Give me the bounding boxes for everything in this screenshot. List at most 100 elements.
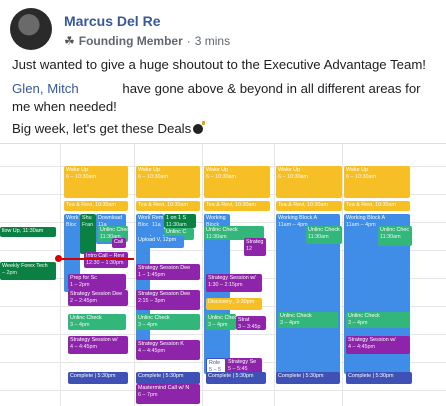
post-line-2: Glen, Mitch have gone above & beyond in …	[12, 80, 438, 116]
calendar-event[interactable]: Work Bloc	[136, 214, 150, 354]
event-title: Wake Up	[206, 167, 228, 173]
calendar-event[interactable]: Strategy Session K4 – 4:45pm	[136, 340, 200, 360]
calendar-event[interactable]: Wake Up 6 – 10:30am	[204, 166, 270, 198]
event-title: Tea & Revi, 10:30am	[278, 202, 329, 208]
post-time[interactable]: 3 mins	[195, 34, 230, 48]
event-time: 1:30 – 2:15pm	[208, 282, 243, 288]
event-title: Discovery , 2:30pm	[208, 299, 255, 305]
calendar-event[interactable]: Wake Up 6 – 10:30am	[64, 166, 128, 198]
event-time: 3 – 4pm	[348, 320, 368, 326]
event-time: 6 – 10:30am	[278, 174, 308, 180]
calendar-event[interactable]: Complete | 5:30pm	[346, 372, 412, 384]
calendar-event[interactable]: Complete | 5:30pm	[68, 372, 128, 384]
calendar-day-divider	[342, 144, 343, 406]
calendar-event[interactable]: Strateg 12	[244, 238, 266, 256]
event-time: 3 – 4pm	[208, 322, 228, 328]
calendar-event[interactable]: Prep for Sc 1 – 2pm	[68, 274, 126, 290]
event-time: 11:30am	[380, 234, 401, 240]
event-title: Unlinc Chec	[100, 227, 128, 233]
calendar-event[interactable]: Unlinc Chec 11:30am	[378, 226, 412, 246]
calendar-event[interactable]: 1 on 1 S 11:30am	[164, 214, 196, 228]
calendar-event[interactable]: Strategy Session w/4 – 4:45pm	[68, 336, 128, 354]
calendar-event[interactable]: Wake Up 6 – 10:30am	[136, 166, 200, 198]
event-time: Bloc	[138, 222, 149, 228]
event-title: Complete | 5:30pm	[278, 373, 324, 379]
post-line-3-text: Big week, let's get these Deals	[12, 121, 192, 136]
event-title: Wake Up	[346, 167, 368, 173]
calendar-event[interactable]: Unlinc Check3 – 4pm	[206, 314, 236, 330]
event-title: Strategy Session Dee	[138, 265, 191, 271]
post-line-2a: have gone above & beyond in all differen…	[122, 81, 421, 96]
calendar-event[interactable]: Strategy Session Dee 2:15 – 3pm	[136, 290, 200, 310]
calendar-day-divider	[274, 144, 275, 406]
event-title: Rem	[152, 215, 164, 221]
calendar-event[interactable]: Mastermind Call w/ N6 – 7pm	[136, 384, 200, 404]
calendar-event[interactable]: Discovery , 2:30pm	[206, 298, 262, 310]
event-title: Shu	[82, 215, 92, 221]
event-title: Strategy Se	[228, 359, 257, 365]
event-title: Strategy Session w/	[348, 337, 396, 343]
calendar-event[interactable]: Strat 3 – 3:45p	[236, 316, 266, 330]
calendar-event[interactable]: Tea & Revi, 10:30am	[204, 201, 270, 211]
event-time: 12	[246, 246, 252, 252]
event-title: llow Up, 11:30am	[2, 228, 44, 234]
calendar-event[interactable]: Tea & Revi, 10:30am	[276, 201, 342, 211]
calendar-event[interactable]: Tea & Revi, 10:30am	[64, 201, 128, 211]
event-time: 6 – 7pm	[138, 392, 158, 398]
event-title: Unlinc Check	[348, 313, 380, 319]
event-title: Complete | 5:30pm	[138, 373, 184, 379]
event-time: 3 – 4pm	[70, 322, 90, 328]
calendar-event[interactable]: Rem 11a	[150, 214, 164, 236]
event-title: Working Block A	[346, 215, 386, 221]
calendar-event[interactable]: Strategy Session w/1:30 – 2:15pm	[206, 274, 262, 292]
event-title: Tea & Revi, 10:30am	[346, 202, 397, 208]
event-time: 3 – 4pm	[138, 322, 158, 328]
calendar-event[interactable]: Complete | 5:30pm	[206, 372, 266, 384]
calendar-event[interactable]: Unlinc Check3 – 4pm	[346, 312, 410, 328]
event-title: Unlinc Check	[138, 315, 170, 321]
event-time: 6 – 10:30am	[206, 174, 236, 180]
event-title: Weekly Forex Tech	[2, 263, 48, 269]
calendar-event[interactable]: Unlinc Check3 – 4pm	[136, 314, 200, 330]
event-time: Fran	[82, 222, 94, 228]
calendar-event[interactable]: Unlinc Check3 – 4pm	[68, 314, 126, 330]
event-title: Unlinc Check	[308, 227, 340, 233]
calendar-event[interactable]: Strategy Session Dee 1 – 1:45pm	[136, 264, 200, 280]
calendar-event[interactable]: Tea & Revi, 10:30am	[344, 201, 410, 211]
calendar-event[interactable]: Unlinc Check3 – 4pm	[278, 312, 338, 328]
calendar-event[interactable]: Call	[112, 238, 126, 248]
calendar-event[interactable]: Upload V, 12pm	[136, 236, 184, 248]
event-title: 1 on 1 S	[166, 215, 187, 221]
mention-glen[interactable]: Glen,	[12, 81, 44, 96]
author-name[interactable]: Marcus Del Re	[64, 13, 160, 29]
mention-mitch[interactable]: Mitch	[47, 81, 79, 96]
event-time: 12:30 – 1:30pm	[86, 260, 124, 266]
calendar-event[interactable]: Wake Up 6 – 10:30am	[276, 166, 342, 198]
bomb-icon	[193, 121, 206, 134]
event-title: Complete | 5:30pm	[348, 373, 394, 379]
event-title: Mastermind Call w/ N	[138, 385, 190, 391]
event-title: Role	[209, 360, 221, 366]
event-title: Working Block A	[278, 215, 318, 221]
calendar-event[interactable]: Complete | 5:30pm	[136, 372, 200, 384]
event-time: 3 – 4pm	[280, 320, 300, 326]
calendar-event[interactable]: Shu Fran	[80, 214, 96, 254]
event-title: Complete | 5:30pm	[208, 373, 254, 379]
calendar-event[interactable]: Strategy Session w/4 – 4:45pm	[346, 336, 410, 354]
event-time: 2 – 2:45pm	[70, 298, 97, 304]
calendar-event[interactable]: Unlinc Check 11:30am	[306, 226, 342, 244]
calendar-event[interactable]: Complete | 5:30pm	[276, 372, 340, 384]
calendar-hour-line	[0, 390, 446, 391]
avatar[interactable]	[10, 8, 52, 50]
calendar-event[interactable]: llow Up, 11:30am	[0, 227, 56, 237]
post-line-2b: me when needed!	[12, 99, 117, 114]
calendar-event[interactable]: Tea & Revi, 10:30am	[136, 201, 200, 211]
event-time: 11a	[152, 222, 161, 228]
event-time: Bloc	[66, 222, 77, 228]
calendar-event[interactable]: Wake Up 6 – 10:30am	[344, 166, 410, 198]
event-title: Tea & Revi, 10:30am	[66, 202, 117, 208]
calendar-event[interactable]: Intro Call – Revi 12:30 – 1:30pm	[84, 252, 128, 268]
event-time: 11:30am	[308, 234, 329, 240]
calendar-event[interactable]: Strategy Session Dee 2 – 2:45pm	[68, 290, 128, 306]
calendar-event[interactable]: Weekly Forex Tech – 2pm	[0, 262, 56, 280]
